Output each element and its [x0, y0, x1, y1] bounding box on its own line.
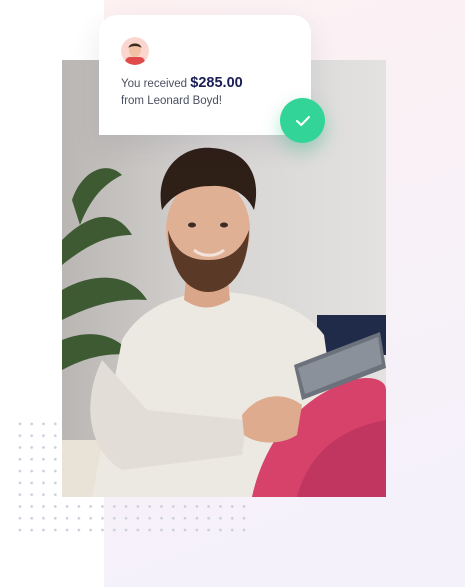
- sender-avatar: [121, 37, 149, 65]
- user-avatar-icon: [121, 37, 149, 65]
- notification-amount: $285.00: [190, 75, 243, 91]
- check-icon: [295, 115, 310, 126]
- notification-message: You received $285.00 from Leonard Boyd!: [121, 75, 301, 110]
- notification-sender: from Leonard Boyd!: [121, 95, 223, 107]
- success-check-button[interactable]: [280, 98, 325, 143]
- notification-prefix: You received: [121, 78, 188, 90]
